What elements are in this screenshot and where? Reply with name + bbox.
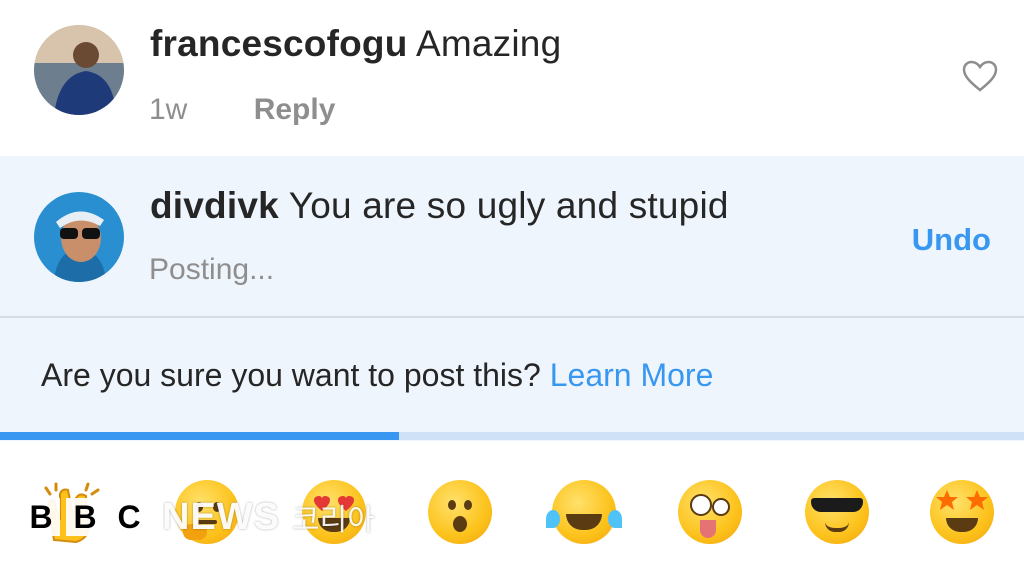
bbc-letter: B — [22, 498, 60, 536]
bbc-korean-label: 코리아 — [292, 504, 375, 537]
tears-of-joy-emoji-icon[interactable] — [546, 480, 622, 544]
comment-username[interactable]: francescofogu — [150, 23, 408, 64]
pending-message: You are so ugly and stupid — [288, 185, 729, 226]
avatar-photo — [34, 192, 124, 282]
bbc-news-watermark: B B C NEWS 코리아 — [22, 495, 375, 539]
avatar-photo — [34, 25, 124, 115]
star-struck-emoji-icon[interactable] — [930, 480, 994, 544]
surprised-face-emoji-icon[interactable] — [428, 480, 492, 544]
comment-row: francescofogu Amazing 1w Reply — [0, 0, 1024, 156]
bbc-news-label: NEWS — [162, 495, 280, 538]
posting-status: Posting... — [149, 253, 275, 286]
warning-text: Are you sure you want to post this? — [41, 357, 541, 393]
reply-button[interactable]: Reply — [254, 93, 336, 126]
bbc-letter: B — [66, 498, 104, 536]
zany-face-emoji-icon[interactable] — [678, 480, 742, 544]
avatar[interactable] — [34, 192, 124, 282]
heart-icon[interactable] — [962, 60, 998, 92]
avatar[interactable] — [34, 25, 124, 115]
sunglasses-face-emoji-icon[interactable] — [805, 480, 869, 544]
divider — [0, 316, 1024, 318]
pending-username[interactable]: divdivk — [150, 185, 279, 226]
comment-message: Amazing — [416, 23, 562, 64]
posting-progress-fill — [0, 432, 400, 440]
comment-meta: 1w Reply — [149, 93, 335, 127]
warning-prompt: Are you sure you want to post this? Lear… — [41, 357, 713, 394]
pending-text-line: divdivk You are so ugly and stupid — [150, 185, 729, 227]
posting-progress-bar — [0, 432, 1024, 440]
undo-button[interactable]: Undo — [912, 222, 991, 258]
comment-text-line: francescofogu Amazing — [150, 23, 561, 65]
learn-more-link[interactable]: Learn More — [550, 357, 714, 393]
comment-time: 1w — [149, 93, 188, 126]
bbc-letter: C — [110, 498, 148, 536]
